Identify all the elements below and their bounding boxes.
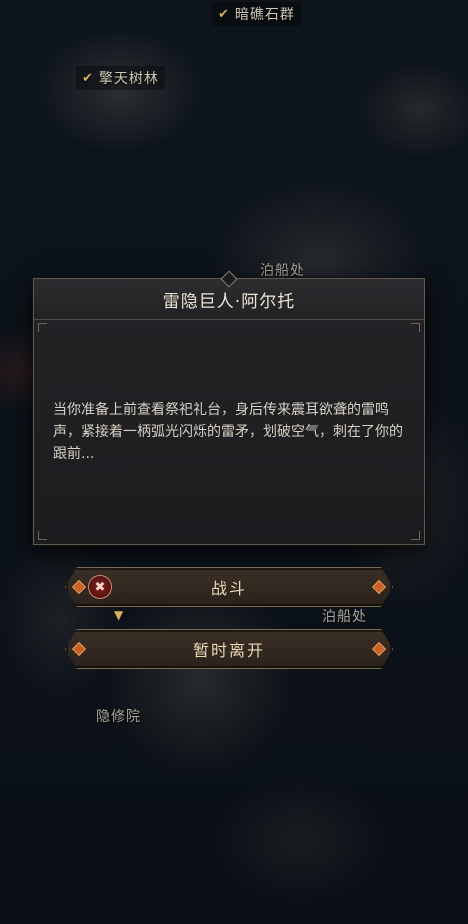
map-location-reef[interactable]: ✔ 暗礁石群 xyxy=(212,2,301,26)
diamond-ornament-icon xyxy=(72,642,86,656)
dialog-title: 雷隐巨人·阿尔托 xyxy=(162,291,296,312)
crossed-swords-icon: ✖ xyxy=(88,575,112,599)
map-location-label: 泊船处 xyxy=(322,609,367,625)
fight-button-label: 战斗 xyxy=(210,579,247,598)
fight-button[interactable]: ✖ 战斗 xyxy=(65,567,393,607)
leave-button[interactable]: 暂时离开 xyxy=(65,629,393,669)
event-dialog: 雷隐巨人·阿尔托 当你准备上前查看祭祀礼台，身后传来震耳欲聋的雷鸣声，紧接着一柄… xyxy=(33,270,425,545)
diamond-ornament-icon xyxy=(372,580,386,594)
map-location-label: 擎天树林 xyxy=(98,71,159,87)
diamond-ornament-icon xyxy=(72,580,86,594)
corner-ornament xyxy=(411,531,420,540)
corner-ornament xyxy=(411,323,420,332)
dialog-body-text: 当你准备上前查看祭祀礼台，身后传来震耳欲聋的雷鸣声，紧接着一柄弧光闪烁的雷矛，划… xyxy=(53,402,403,462)
map-location-label: 隐修院 xyxy=(96,709,141,725)
map-location-label: 泊船处 xyxy=(260,263,305,279)
leave-button-label: 暂时离开 xyxy=(192,641,265,660)
corner-ornament xyxy=(38,531,47,540)
check-icon: ✔ xyxy=(218,6,230,22)
location-marker-icon: ▼ xyxy=(114,608,124,622)
map-location-label: 暗礁石群 xyxy=(234,7,295,23)
check-icon: ✔ xyxy=(82,70,94,86)
map-location-hermitage[interactable]: 隐修院 xyxy=(90,704,147,728)
corner-ornament xyxy=(38,323,47,332)
map-location-dock-right[interactable]: 泊船处 xyxy=(316,604,373,628)
map-location-forest[interactable]: ✔ 擎天树林 xyxy=(76,66,165,90)
diamond-ornament-icon xyxy=(372,642,386,656)
